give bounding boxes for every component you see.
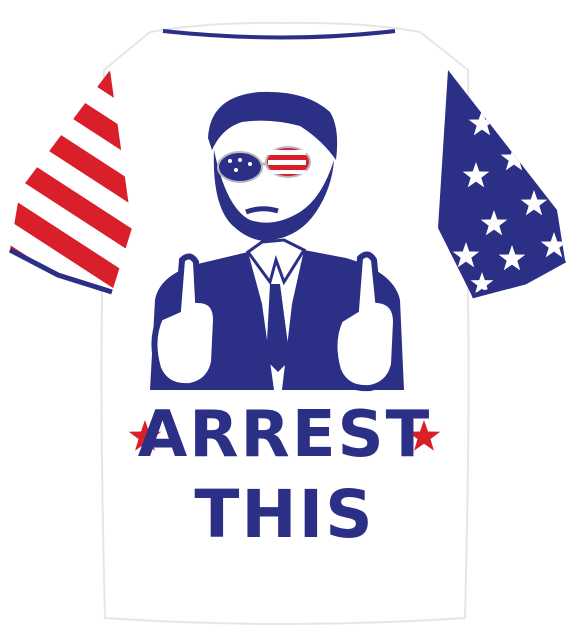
print-line-1: ARREST [137, 398, 432, 472]
right-sleeve [438, 70, 567, 299]
jersey-product-image: ARREST THIS [0, 0, 569, 630]
print-line-2: THIS [194, 476, 375, 553]
